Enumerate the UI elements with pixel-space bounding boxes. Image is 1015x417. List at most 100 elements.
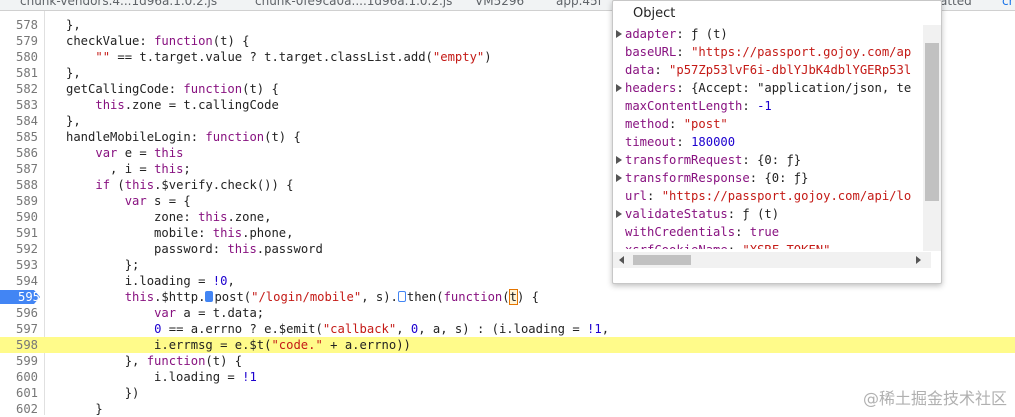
code-text: getCallingCode: function(t) { xyxy=(66,82,279,96)
file-tab-active[interactable]: cr xyxy=(1002,0,1014,8)
code-line[interactable]: 597 0 == a.errno ? e.$emit("callback", 0… xyxy=(0,321,1015,337)
code-line[interactable]: 598 i.errmsg = e.$t("code." + a.errno)) xyxy=(0,337,1015,353)
property-name: baseURL: "https://passport.gojoy.com/ap xyxy=(625,45,912,59)
property-value: "https://passport.gojoy.com/api/lo xyxy=(661,189,912,203)
code-line[interactable]: 599 }, function(t) { xyxy=(0,353,1015,369)
object-property-list: adapter: ƒ (t) baseURL: "https://passport… xyxy=(613,25,931,249)
code-text: zone: this.zone, xyxy=(66,210,272,224)
line-number[interactable]: 596 xyxy=(0,305,38,321)
line-number[interactable]: 589 xyxy=(0,193,38,209)
expand-triangle-icon[interactable] xyxy=(616,156,622,164)
property-name: headers: {Accept: "application/json, te xyxy=(625,81,912,95)
code-line[interactable]: 595 this.$http. post("/login/mobile", s).… xyxy=(0,289,1015,305)
property-value: {0: ƒ} xyxy=(764,171,809,185)
file-tab[interactable]: atted xyxy=(940,0,972,8)
property-name: maxContentLength: -1 xyxy=(625,99,772,113)
hovered-token[interactable]: t xyxy=(508,289,519,305)
code-text: var e = this xyxy=(95,146,184,160)
code-text: var s = { xyxy=(124,194,191,208)
property-value: "XSRF-TOKEN" xyxy=(742,243,830,249)
property-value: "https://passport.gojoy.com/ap xyxy=(691,45,912,59)
code-text: }, xyxy=(66,114,81,128)
property-name: transformRequest: {0: ƒ} xyxy=(625,153,802,167)
property-name: xsrfCookieName: "XSRF-TOKEN" xyxy=(625,241,830,249)
property-value: true xyxy=(749,225,780,239)
property-name: timeout: 180000 xyxy=(625,135,736,149)
watermark: @稀土掘金技术社区 xyxy=(862,389,1007,408)
property-value: -1 xyxy=(757,99,772,113)
property-value: {0: ƒ} xyxy=(757,153,802,167)
line-number[interactable]: 580 xyxy=(0,49,38,65)
code-text: password: this.password xyxy=(66,242,323,256)
code-text: handleMobileLogin: function(t) { xyxy=(66,130,301,144)
line-number[interactable]: 584 xyxy=(0,113,38,129)
line-number[interactable]: 588 xyxy=(0,177,38,193)
line-number[interactable]: 586 xyxy=(0,145,38,161)
code-text: var a = t.data; xyxy=(154,306,265,320)
file-tab[interactable]: app.45f xyxy=(556,0,602,8)
line-number[interactable]: 585 xyxy=(0,129,38,145)
expand-triangle-icon[interactable] xyxy=(616,210,622,218)
code-text: }, function(t) { xyxy=(66,354,243,368)
line-number[interactable]: 593 xyxy=(0,257,38,273)
expand-triangle-icon[interactable] xyxy=(616,174,622,182)
property-name: url: "https://passport.gojoy.com/api/lo xyxy=(625,189,912,203)
code-text: }) xyxy=(66,386,140,400)
file-tab[interactable]: VM5296 xyxy=(475,0,524,8)
line-number[interactable]: 579 xyxy=(0,33,38,49)
breakpoint-line-number[interactable]: 595 xyxy=(0,290,40,304)
code-line[interactable]: 596 var a = t.data; xyxy=(0,305,1015,321)
line-number[interactable]: 600 xyxy=(0,369,38,385)
code-text: checkValue: function(t) { xyxy=(66,34,250,48)
scroll-right-icon[interactable] xyxy=(916,256,921,264)
property-value: "post" xyxy=(683,117,728,131)
code-text: "" == t.target.value ? t.target.classLis… xyxy=(95,50,492,64)
code-text: i.loading = !1 xyxy=(66,370,257,384)
line-number[interactable]: 594 xyxy=(0,273,38,289)
code-text: , i = this; xyxy=(66,162,191,176)
property-value: ƒ (t) xyxy=(742,207,780,221)
line-number[interactable]: 590 xyxy=(0,209,38,225)
line-number[interactable]: 587 xyxy=(0,161,38,177)
line-number[interactable]: 598 xyxy=(0,337,38,353)
line-number[interactable]: 581 xyxy=(0,65,38,81)
code-line[interactable]: 600 i.loading = !1 xyxy=(0,369,1015,385)
code-text: }; xyxy=(66,258,140,272)
code-text: }, xyxy=(66,66,81,80)
property-value: "p57Zp53lvF6i-dblYJbK4dblYGERp53l xyxy=(669,63,912,77)
code-text: this.$http. post("/login/mobile", s). then… xyxy=(124,289,539,305)
line-number[interactable]: 582 xyxy=(0,81,38,97)
property-name: method: "post" xyxy=(625,117,728,131)
expand-triangle-icon[interactable] xyxy=(616,30,622,38)
inline-breakpoint-icon[interactable] xyxy=(205,291,214,302)
code-text: mobile: this.phone, xyxy=(66,226,294,240)
property-name: data: "p57Zp53lvF6i-dblYJbK4dblYGERp53l xyxy=(625,63,912,77)
code-text: }, xyxy=(66,18,81,32)
code-text: i.errmsg = e.$t("code." + a.errno)) xyxy=(66,338,411,352)
line-number[interactable]: 578 xyxy=(0,17,38,33)
line-number[interactable]: 601 xyxy=(0,385,38,401)
inline-breakpoint-icon[interactable] xyxy=(397,291,406,302)
property-value: 180000 xyxy=(691,135,736,149)
file-tab[interactable]: chunk-0fe9ca0a....1d96a.1.0.2.js xyxy=(255,0,452,8)
file-tab[interactable]: chunk-vendors.4...1d96a.1.0.2.js xyxy=(20,0,217,8)
property-value: ƒ (t) xyxy=(691,27,728,41)
line-number[interactable]: 583 xyxy=(0,97,38,113)
property-name: withCredentials: true xyxy=(625,225,780,239)
code-text: this.zone = t.callingCode xyxy=(95,98,279,112)
object-preview-popover: Object adapter: ƒ (t) baseURL: "https://p… xyxy=(612,0,942,284)
line-number[interactable]: 591 xyxy=(0,225,38,241)
line-number[interactable]: 592 xyxy=(0,241,38,257)
code-text: i.loading = !0, xyxy=(66,274,235,288)
popover-horizontal-scroll-thumb[interactable] xyxy=(633,255,691,265)
line-number[interactable]: 597 xyxy=(0,321,38,337)
line-number[interactable]: 599 xyxy=(0,353,38,369)
expand-triangle-icon[interactable] xyxy=(616,84,622,92)
popover-title: Object xyxy=(633,6,676,21)
code-text: 0 == a.errno ? e.$emit("callback", 0, a,… xyxy=(154,322,610,336)
popover-horizontal-scrollbar[interactable] xyxy=(613,252,931,268)
scroll-left-icon[interactable] xyxy=(619,256,624,264)
code-text: if (this.$verify.check()) { xyxy=(95,178,294,192)
property-name: validateStatus: ƒ (t) xyxy=(625,207,780,221)
property-value: {Accept: "application/json, te xyxy=(691,81,912,95)
